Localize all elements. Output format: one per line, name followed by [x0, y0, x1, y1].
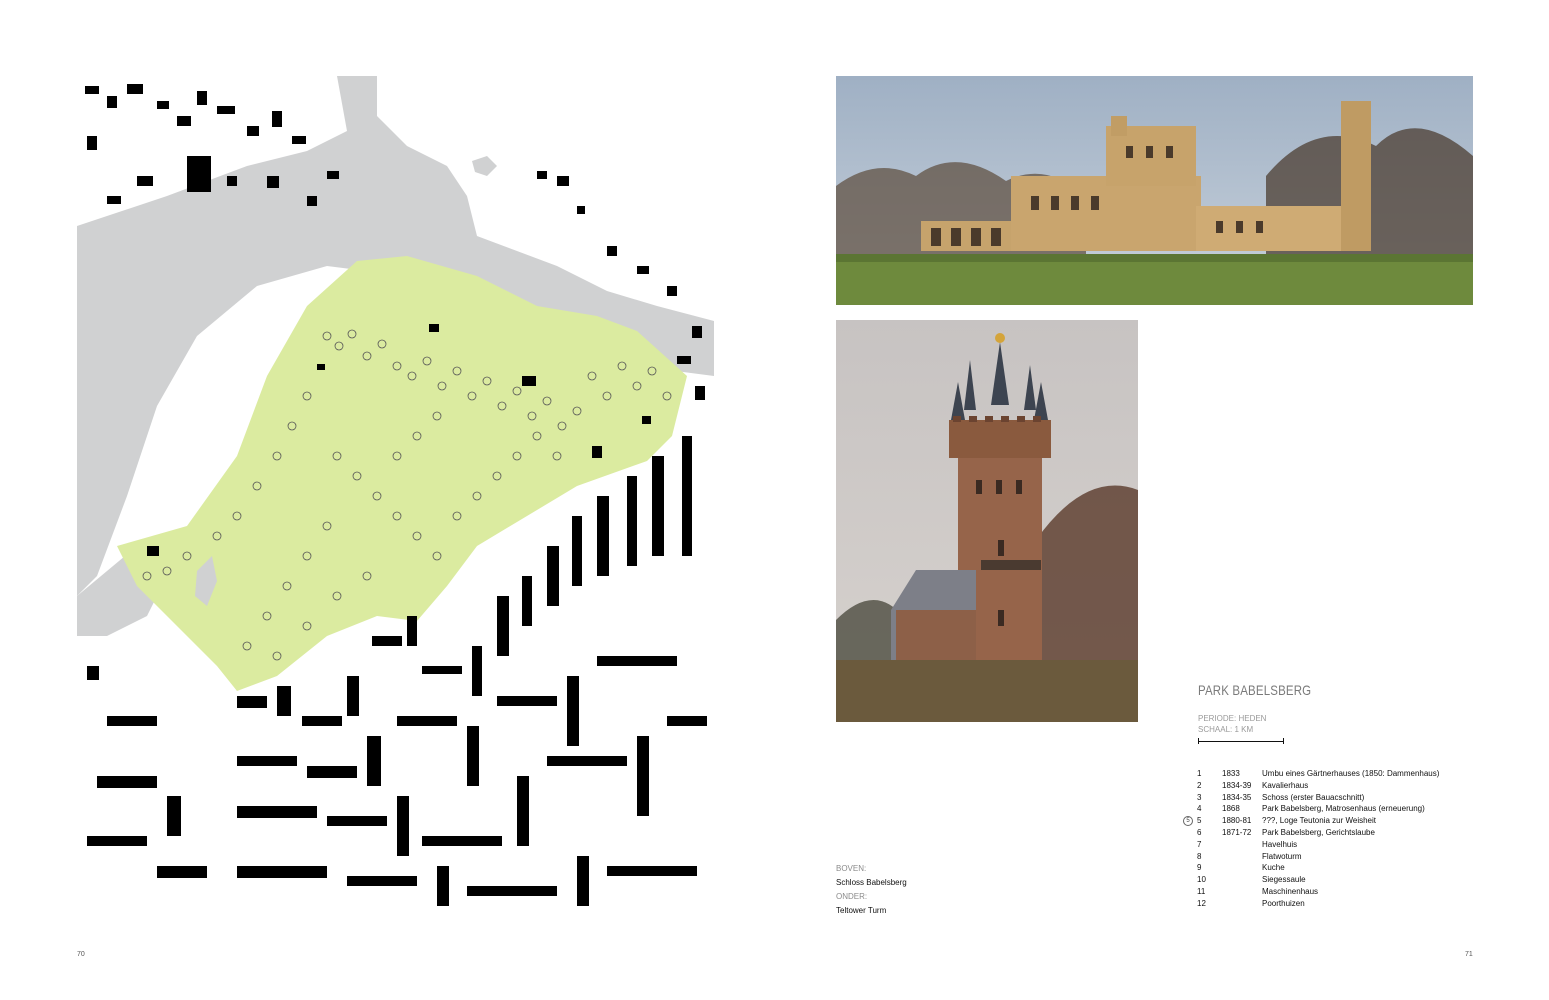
legend-row: 1 1833 Umbu eines Gärtnerhauses (1850: D…	[1180, 769, 1480, 781]
legend-name: Park Babelsberg, Matrosenhaus (erneuerun…	[1262, 804, 1425, 814]
page-number-right: 71	[1465, 951, 1473, 958]
tower-photo-svg	[836, 320, 1138, 722]
caption-top-text: Schloss Babelsberg	[836, 878, 907, 887]
legend-year: 1833	[1222, 769, 1240, 778]
legend-row: 12 Poorthuizen	[1180, 899, 1480, 911]
photo-caption: BOVEN: Schloss Babelsberg ONDER: Teltowe…	[836, 862, 907, 918]
section-title: PARK BABELSBERG	[1198, 682, 1312, 698]
tower-photo	[836, 320, 1138, 722]
legend-name: Kuche	[1262, 863, 1285, 873]
castle-photo	[836, 76, 1473, 305]
legend-num: 12	[1197, 898, 1206, 908]
legend-year: 1868	[1222, 804, 1240, 814]
castle-photo-svg	[836, 76, 1473, 305]
map-meta: PERIODE: HEDEN SCHAAL: 1 KM	[1198, 713, 1266, 735]
legend-num: 4	[1197, 804, 1202, 814]
legend-row: 5 5 1880-81 ???, Loge Teutonia zur Weish…	[1180, 816, 1480, 828]
legend-year: 1834-39	[1222, 780, 1252, 790]
legend-num: 8	[1197, 851, 1202, 861]
legend-name: Maschinenhaus	[1262, 886, 1319, 896]
legend-name: Siegessaule	[1262, 875, 1306, 885]
legend-row: 8 Flatwoturm	[1180, 852, 1480, 864]
legend-name: Havelhuis	[1262, 839, 1298, 849]
legend-name: Kavalierhaus	[1262, 780, 1309, 790]
page-number-left: 70	[77, 951, 85, 958]
legend-name: Poorthuizen	[1262, 898, 1305, 908]
legend-num: 2	[1197, 780, 1202, 790]
legend-row: 3 1834-35 Schoss (erster Bauacschnitt)	[1180, 793, 1480, 805]
legend-row: 4 1868 Park Babelsberg, Matrosenhaus (er…	[1180, 804, 1480, 816]
caption-bottom-text: Teltower Turm	[836, 906, 887, 915]
legend-row: 9 Kuche	[1180, 863, 1480, 875]
legend-year: 1880-81	[1222, 816, 1252, 826]
legend-row: 10 Siegessaule	[1180, 875, 1480, 887]
legend-num: 1	[1197, 769, 1202, 778]
legend-num: 5	[1197, 816, 1202, 826]
legend-name: Park Babelsberg, Gerichtslaube	[1262, 827, 1375, 837]
legend-year: 1871-72	[1222, 827, 1252, 837]
scale-label: SCHAAL: 1 KM	[1198, 725, 1254, 734]
legend-name: Umbu eines Gärtnerhauses (1850: Dammenha…	[1262, 769, 1440, 778]
legend-num: 10	[1197, 875, 1206, 885]
legend-num: 3	[1197, 792, 1202, 802]
legend-row: 2 1834-39 Kavalierhaus	[1180, 781, 1480, 793]
period-label: PERIODE: HEDEN	[1198, 714, 1267, 723]
legend-row: 7 Havelhuis	[1180, 840, 1480, 852]
legend-row: 6 1871-72 Park Babelsberg, Gerichtslaube	[1180, 828, 1480, 840]
legend-name: ???, Loge Teutonia zur Weisheit	[1262, 816, 1377, 826]
map-svg	[77, 76, 714, 909]
legend-row: 11 Maschinenhaus	[1180, 887, 1480, 899]
legend-num: 7	[1197, 839, 1202, 849]
legend-list: 1 1833 Umbu eines Gärtnerhauses (1850: D…	[1180, 769, 1480, 911]
legend-num: 6	[1197, 827, 1202, 837]
legend-year: 1834-35	[1222, 792, 1252, 802]
caption-bottom-head: ONDER:	[836, 892, 868, 901]
caption-top-head: BOVEN:	[836, 864, 867, 873]
scale-bar	[1198, 738, 1284, 744]
legend-name: Flatwoturm	[1262, 851, 1302, 861]
circled-number-icon: 5	[1183, 816, 1193, 827]
figure-ground-map	[77, 76, 714, 909]
legend-num: 9	[1197, 863, 1202, 873]
legend-num: 11	[1197, 886, 1206, 896]
legend-name: Schoss (erster Bauacschnitt)	[1262, 792, 1365, 802]
